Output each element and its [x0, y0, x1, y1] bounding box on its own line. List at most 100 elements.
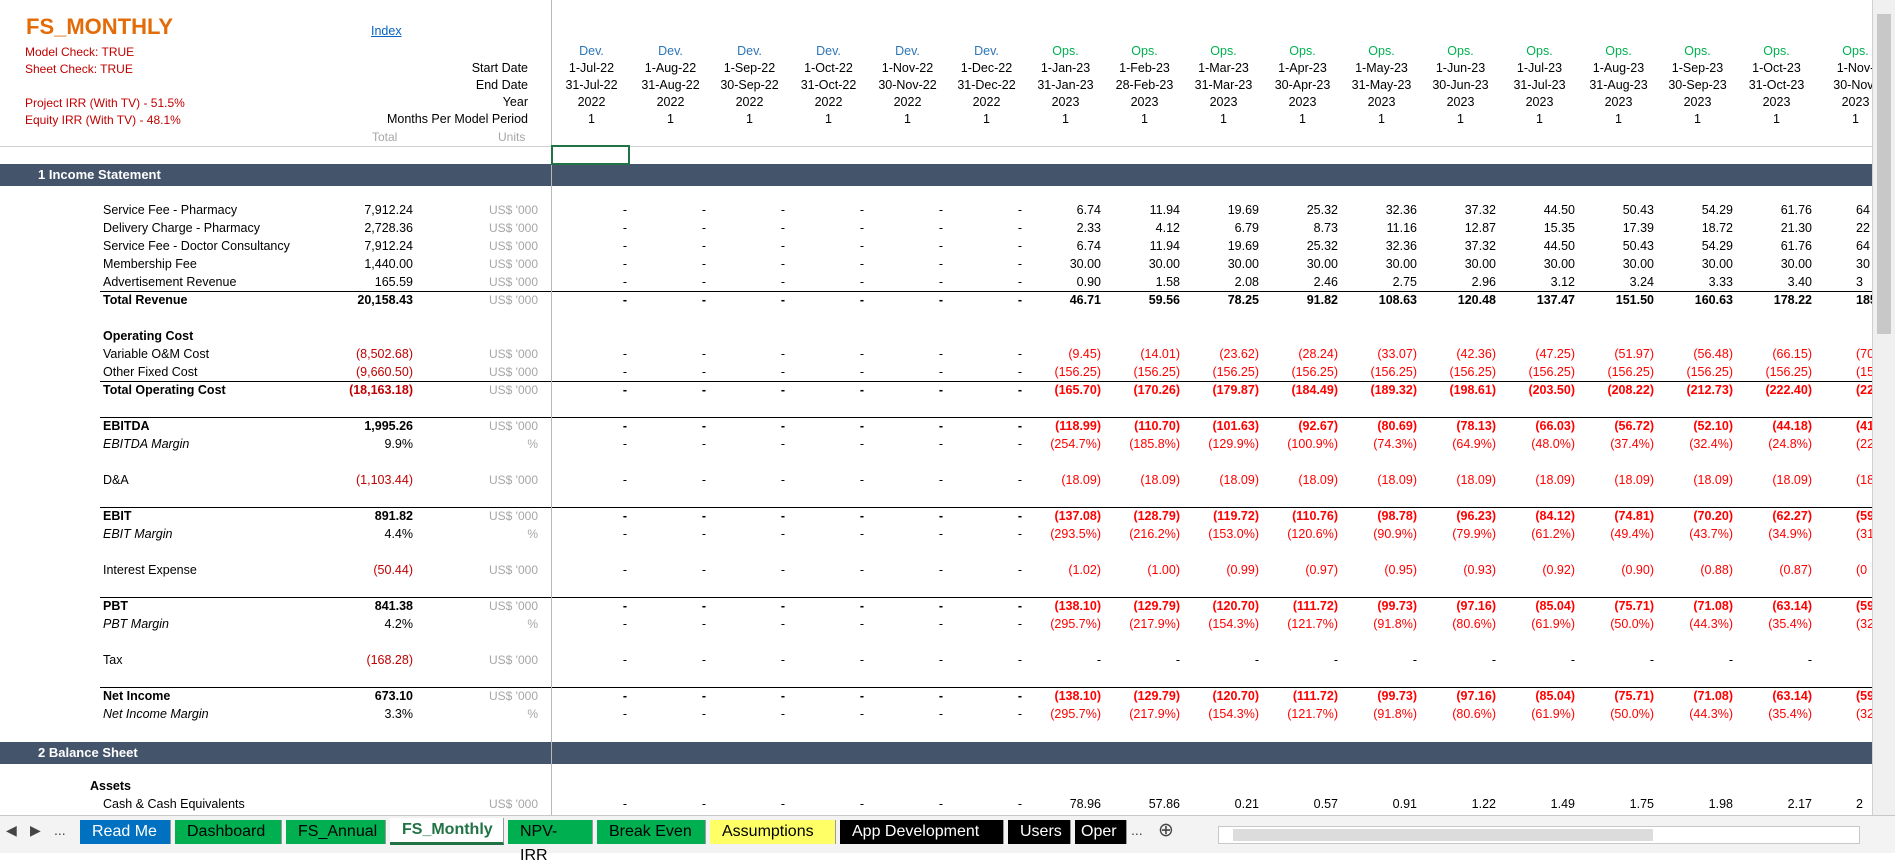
row-value-cell[interactable]: (189.32): [1342, 383, 1417, 397]
row-value-cell[interactable]: -: [947, 509, 1022, 523]
vertical-scroll-thumb[interactable]: [1877, 14, 1891, 334]
row-value-cell[interactable]: (59: [1856, 599, 1872, 613]
row-value-cell[interactable]: 137.47: [1500, 293, 1575, 307]
row-value-cell[interactable]: (44.3%): [1658, 707, 1733, 721]
row-value-cell[interactable]: -: [552, 437, 627, 451]
row-value-cell[interactable]: (14.01): [1105, 347, 1180, 361]
row-value-cell[interactable]: -: [947, 221, 1022, 235]
row-value-cell[interactable]: -: [710, 239, 785, 253]
row-value-cell[interactable]: (138.10): [1026, 689, 1101, 703]
row-value-cell[interactable]: -: [868, 365, 943, 379]
row-value-cell[interactable]: -: [947, 437, 1022, 451]
row-value-cell[interactable]: 12.87: [1421, 221, 1496, 235]
row-value-cell[interactable]: -: [789, 509, 864, 523]
row-value-cell[interactable]: 0.21: [1184, 797, 1259, 811]
row-value-cell[interactable]: (33.07): [1342, 347, 1417, 361]
row-value-cell[interactable]: (32.: [1856, 707, 1872, 721]
row-value-cell[interactable]: (18.09): [1500, 473, 1575, 487]
row-value-cell[interactable]: 1.22: [1421, 797, 1496, 811]
row-value-cell[interactable]: -: [947, 653, 1022, 667]
row-value-cell[interactable]: (120.70): [1184, 689, 1259, 703]
row-value-cell[interactable]: -: [789, 797, 864, 811]
row-value-cell[interactable]: -: [552, 419, 627, 433]
row-value-cell[interactable]: -: [631, 617, 706, 631]
row-value-cell[interactable]: 44.50: [1500, 239, 1575, 253]
row-value-cell[interactable]: -: [1184, 653, 1259, 667]
row-value-cell[interactable]: -: [868, 707, 943, 721]
row-value-cell[interactable]: (51.97): [1579, 347, 1654, 361]
row-value-cell[interactable]: (9.45): [1026, 347, 1101, 361]
row-value-cell[interactable]: -: [552, 383, 627, 397]
row-value-cell[interactable]: -: [947, 275, 1022, 289]
row-value-cell[interactable]: -: [789, 563, 864, 577]
row-value-cell[interactable]: 15.35: [1500, 221, 1575, 235]
row-value-cell[interactable]: -: [552, 203, 627, 217]
row-value-cell[interactable]: 120.48: [1421, 293, 1496, 307]
row-value-cell[interactable]: (61.9%): [1500, 707, 1575, 721]
row-value-cell[interactable]: 6.74: [1026, 203, 1101, 217]
row-value-cell[interactable]: -: [947, 473, 1022, 487]
row-value-cell[interactable]: -: [789, 527, 864, 541]
row-value-cell[interactable]: -: [631, 239, 706, 253]
row-value-cell[interactable]: 59.56: [1105, 293, 1180, 307]
row-value-cell[interactable]: -: [1579, 653, 1654, 667]
row-value-cell[interactable]: (70: [1856, 347, 1872, 361]
row-value-cell[interactable]: -: [789, 437, 864, 451]
row-value-cell[interactable]: (128.79): [1105, 509, 1180, 523]
row-value-cell[interactable]: (80.6%): [1421, 617, 1496, 631]
row-value-cell[interactable]: -: [552, 563, 627, 577]
row-value-cell[interactable]: (156: [1856, 365, 1872, 379]
row-value-cell[interactable]: -: [868, 383, 943, 397]
row-value-cell[interactable]: 11.94: [1105, 239, 1180, 253]
row-value-cell[interactable]: -: [789, 347, 864, 361]
row-value-cell[interactable]: -: [710, 257, 785, 271]
row-value-cell[interactable]: (226: [1856, 383, 1872, 397]
row-value-cell[interactable]: -: [789, 257, 864, 271]
row-value-cell[interactable]: 2.33: [1026, 221, 1101, 235]
row-value-cell[interactable]: 8.73: [1263, 221, 1338, 235]
row-value-cell[interactable]: 19.69: [1184, 239, 1259, 253]
row-value-cell[interactable]: -: [631, 419, 706, 433]
row-value-cell[interactable]: (32.4%): [1658, 437, 1733, 451]
row-value-cell[interactable]: 32.36: [1342, 203, 1417, 217]
row-value-cell[interactable]: -: [710, 383, 785, 397]
row-value-cell[interactable]: -: [789, 653, 864, 667]
row-value-cell[interactable]: -: [552, 509, 627, 523]
row-value-cell[interactable]: -: [552, 473, 627, 487]
row-value-cell[interactable]: (91.8%): [1342, 707, 1417, 721]
row-value-cell[interactable]: -: [710, 653, 785, 667]
row-value-cell[interactable]: -: [789, 275, 864, 289]
row-value-cell[interactable]: -: [710, 365, 785, 379]
row-value-cell[interactable]: (41: [1856, 419, 1872, 433]
row-value-cell[interactable]: (184.49): [1263, 383, 1338, 397]
row-value-cell[interactable]: -: [631, 473, 706, 487]
row-value-cell[interactable]: 178.22: [1737, 293, 1812, 307]
spreadsheet-grid[interactable]: FS_MONTHLY Model Check: TRUE Sheet Check…: [0, 0, 1872, 815]
row-value-cell[interactable]: (0.90): [1579, 563, 1654, 577]
row-value-cell[interactable]: -: [789, 383, 864, 397]
row-value-cell[interactable]: 3.40: [1737, 275, 1812, 289]
row-value-cell[interactable]: 30.00: [1421, 257, 1496, 271]
row-value-cell[interactable]: 46.71: [1026, 293, 1101, 307]
row-value-cell[interactable]: -: [789, 419, 864, 433]
row-value-cell[interactable]: -: [552, 797, 627, 811]
sheet-tab-dashboard[interactable]: Dashboard: [175, 820, 282, 844]
row-value-cell[interactable]: (129.79): [1105, 689, 1180, 703]
row-value-cell[interactable]: (100.9%): [1263, 437, 1338, 451]
row-value-cell[interactable]: (156.25): [1421, 365, 1496, 379]
row-value-cell[interactable]: (111.72): [1263, 689, 1338, 703]
row-value-cell[interactable]: (90.9%): [1342, 527, 1417, 541]
row-value-cell[interactable]: (137.08): [1026, 509, 1101, 523]
row-value-cell[interactable]: 54.29: [1658, 203, 1733, 217]
row-value-cell[interactable]: (110.70): [1105, 419, 1180, 433]
row-value-cell[interactable]: -: [947, 617, 1022, 631]
row-value-cell[interactable]: -: [868, 563, 943, 577]
row-value-cell[interactable]: (56.72): [1579, 419, 1654, 433]
sheet-tab-users[interactable]: Users: [1008, 820, 1071, 844]
row-value-cell[interactable]: (44.18): [1737, 419, 1812, 433]
row-value-cell[interactable]: 78.25: [1184, 293, 1259, 307]
row-value-cell[interactable]: (120.6%): [1263, 527, 1338, 541]
row-value-cell[interactable]: (0.99): [1184, 563, 1259, 577]
row-value-cell[interactable]: -: [868, 221, 943, 235]
row-value-cell[interactable]: 50.43: [1579, 203, 1654, 217]
